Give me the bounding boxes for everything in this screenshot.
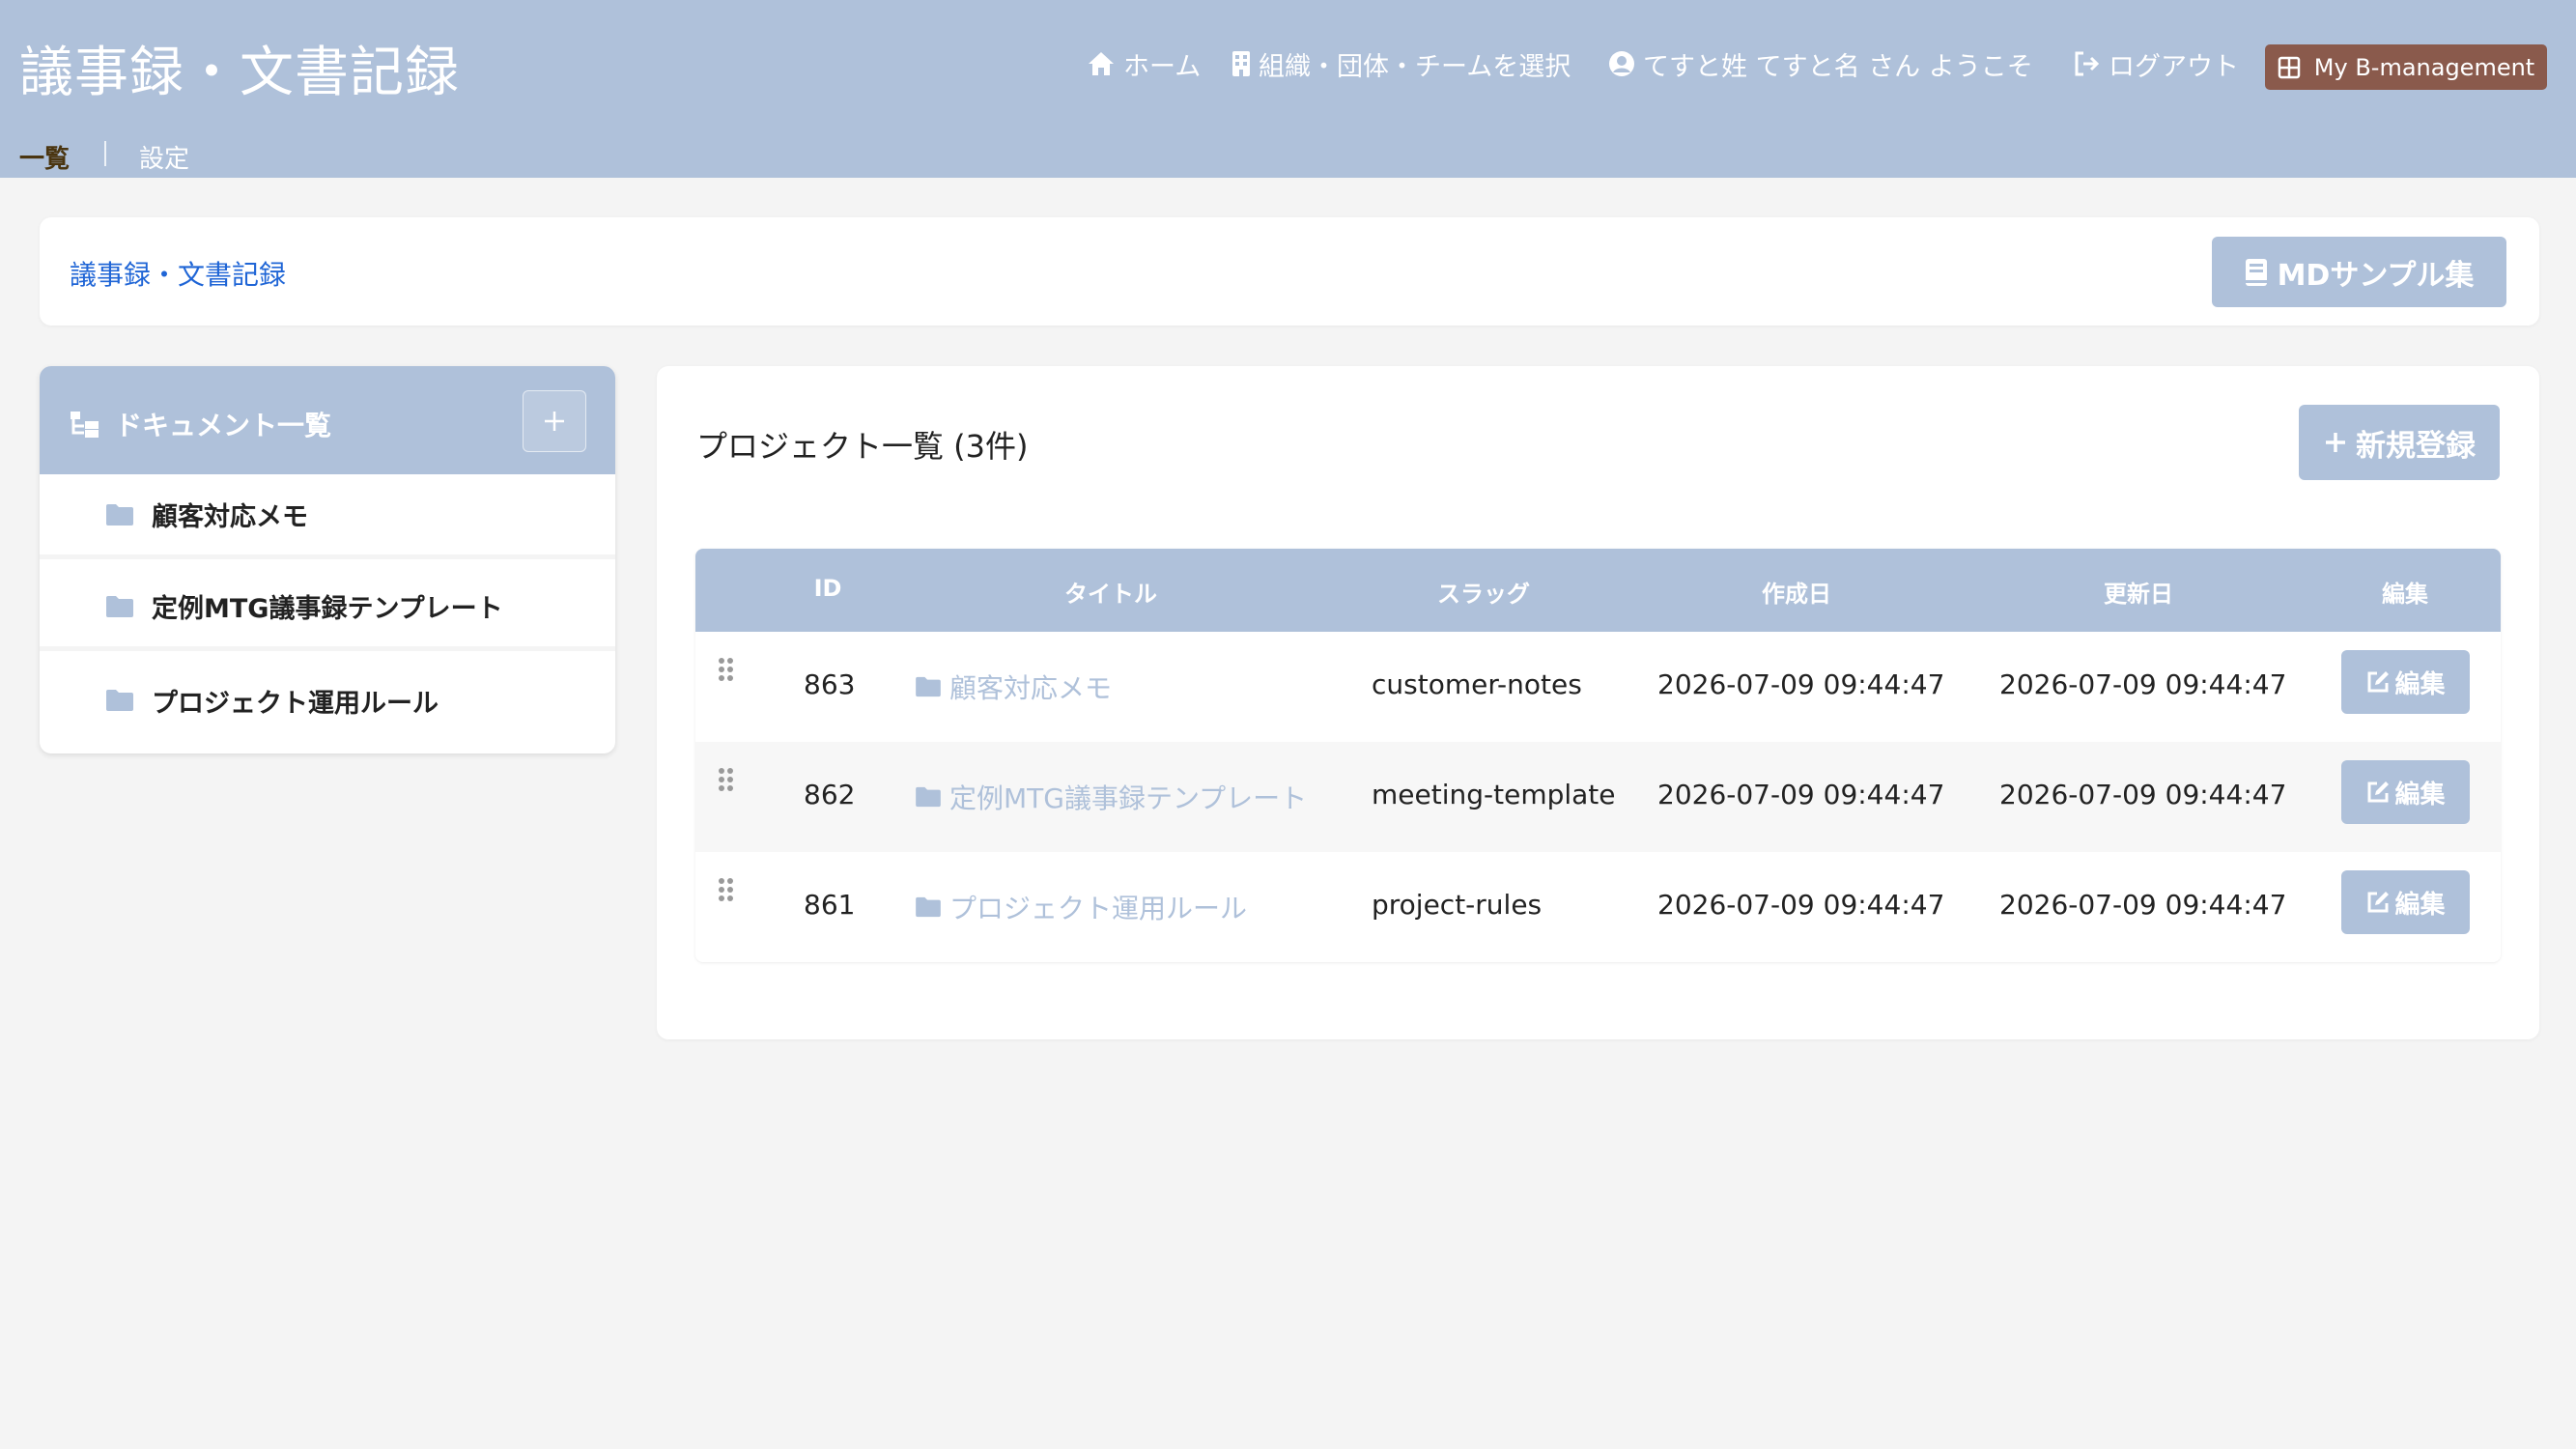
folder-icon [106,690,133,711]
breadcrumb-card: 議事録・文書記録 MDサンプル集 [40,217,2539,326]
row-updated: 2026-07-09 09:44:47 [1999,889,2287,921]
nav-logout-label: ログアウト [2109,51,2239,82]
breadcrumb[interactable]: 議事録・文書記録 [70,254,286,293]
sidebar-title: ドキュメント一覧 [69,405,331,443]
sidebar-title-label: ドキュメント一覧 [115,410,332,441]
table-row: 861 プロジェクト運用ルール project-rules 2026-07-09… [695,852,2501,962]
sidebar-item-label: 顧客対応メモ [152,502,308,532]
folder-icon [106,503,133,526]
user-circle-icon [1609,51,1634,76]
edit-button[interactable]: 編集 [2341,760,2470,824]
add-document-button[interactable] [523,390,586,452]
my-b-management-button[interactable]: My B-management [2265,44,2547,90]
folder-icon [916,676,941,697]
subnav-list-tab[interactable]: 一覧 [19,139,70,175]
sidebar-header: ドキュメント一覧 [40,366,615,474]
sidebar-item[interactable]: プロジェクト運用ルール [40,658,615,743]
building-icon [1232,51,1250,76]
row-id: 861 [804,889,856,921]
folder-icon [916,786,941,808]
plus-icon [545,412,564,431]
folder-icon [106,595,133,617]
edit-icon [2367,892,2390,913]
row-title-link[interactable]: プロジェクト運用ルール [915,888,1247,926]
row-created: 2026-07-09 09:44:47 [1657,889,1945,921]
my-b-management-label: My B-management [2313,53,2535,81]
nav-user-welcome[interactable]: てすと姓 てすと名 さん ようこそ [1608,43,2033,85]
nav-home-link[interactable]: ホーム [1087,43,1201,85]
folder-icon [916,896,941,918]
column-header-id: ID [813,575,842,602]
sidebar-item[interactable]: 顧客対応メモ [40,474,615,559]
plus-icon [2326,433,2345,452]
row-updated: 2026-07-09 09:44:47 [1999,668,2287,700]
column-header-edit: 編集 [2382,581,2428,608]
project-table: ID タイトル スラッグ 作成日 更新日 編集 863 顧客対応メモ custo… [695,549,2501,962]
sidebar-item[interactable]: 定例MTG議事録テンプレート [40,566,615,651]
project-list-card: プロジェクト一覧 (3件) 新規登録 ID タイトル スラッグ 作成日 更新日 … [657,366,2539,1039]
row-title-label: 顧客対応メモ [949,672,1113,704]
row-title-label: プロジェクト運用ルール [949,893,1248,924]
subnav-settings-tab[interactable]: 設定 [139,139,189,175]
edit-icon [2367,781,2390,803]
column-header-updated: 更新日 [2104,581,2173,608]
row-id: 862 [804,779,856,810]
row-title-link[interactable]: 顧客対応メモ [915,668,1112,706]
sidebar-item-label: 定例MTG議事録テンプレート [152,594,503,624]
nav-home-label: ホーム [1123,51,1202,82]
drag-handle-icon[interactable] [718,657,735,682]
table-row: 863 顧客対応メモ customer-notes 2026-07-09 09:… [695,632,2501,742]
drag-handle-icon[interactable] [718,767,735,792]
edit-button-label: 編集 [2394,890,2446,920]
document-sidebar: ドキュメント一覧 顧客対応メモ 定例MTG議事録テンプレート プロジェクト運用ル… [40,366,615,753]
nav-select-org-label: 組織・団体・チームを選択 [1259,51,1571,82]
table-header: ID タイトル スラッグ 作成日 更新日 編集 [695,549,2501,632]
md-samples-label: MDサンプル集 [2277,258,2475,293]
sidebar-item-label: プロジェクト運用ルール [152,688,439,719]
row-updated: 2026-07-09 09:44:47 [1999,779,2287,810]
edit-button-label: 編集 [2394,780,2446,810]
app-title: 議事録・文書記録 [19,42,460,104]
column-header-slug: スラッグ [1437,581,1530,608]
logout-icon [2075,51,2100,76]
nav-logout-link[interactable]: ログアウト [2074,43,2239,85]
nav-welcome-label: てすと姓 てすと名 さん ようこそ [1643,51,2033,82]
home-icon [1089,52,1114,75]
new-register-button[interactable]: 新規登録 [2299,405,2500,480]
row-title-link[interactable]: 定例MTG議事録テンプレート [915,778,1307,816]
column-header-title: タイトル [1064,581,1157,608]
edit-button[interactable]: 編集 [2341,870,2470,934]
subnav-divider [104,141,106,166]
edit-button[interactable]: 編集 [2341,650,2470,714]
edit-button-label: 編集 [2394,669,2446,699]
row-slug: customer-notes [1372,668,1582,700]
new-register-label: 新規登録 [2356,428,2476,464]
row-created: 2026-07-09 09:44:47 [1657,668,1945,700]
app-header: 議事録・文書記録 ホーム 組織・団体・チームを選択 てすと姓 てすと名 さん よ… [0,0,2576,178]
row-id: 863 [804,668,856,700]
column-header-created: 作成日 [1762,581,1831,608]
row-slug: project-rules [1372,889,1543,921]
row-created: 2026-07-09 09:44:47 [1657,779,1945,810]
md-samples-button[interactable]: MDサンプル集 [2212,237,2506,307]
grid-icon [2278,56,2301,78]
drag-handle-icon[interactable] [718,877,735,902]
nav-select-org-link[interactable]: 組織・団体・チームを選択 [1231,43,1571,85]
edit-icon [2367,671,2390,693]
row-title-label: 定例MTG議事録テンプレート [949,782,1308,814]
row-slug: meeting-template [1372,779,1616,810]
table-row: 862 定例MTG議事録テンプレート meeting-template 2026… [695,742,2501,852]
tree-list-icon [71,412,99,438]
book-icon [2245,258,2267,286]
page-title: プロジェクト一覧 (3件) [696,428,1029,465]
